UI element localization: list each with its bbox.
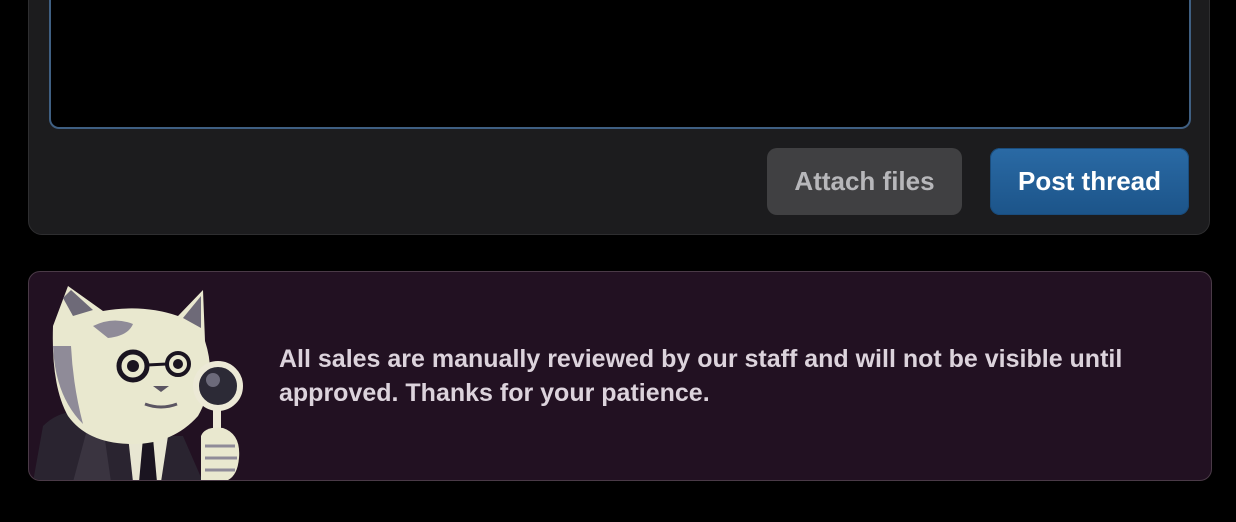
page: Attach files Post thread All sales are m… [0,0,1236,522]
notice-message: All sales are manually reviewed by our s… [279,345,1123,407]
detective-cat-icon [33,286,243,480]
review-notice: All sales are manually reviewed by our s… [28,271,1212,481]
thread-composer: Attach files Post thread [28,0,1210,235]
post-thread-button[interactable]: Post thread [990,148,1189,215]
attach-files-button[interactable]: Attach files [767,148,962,215]
message-textarea[interactable] [49,0,1191,129]
composer-actions: Attach files Post thread [767,148,1189,215]
